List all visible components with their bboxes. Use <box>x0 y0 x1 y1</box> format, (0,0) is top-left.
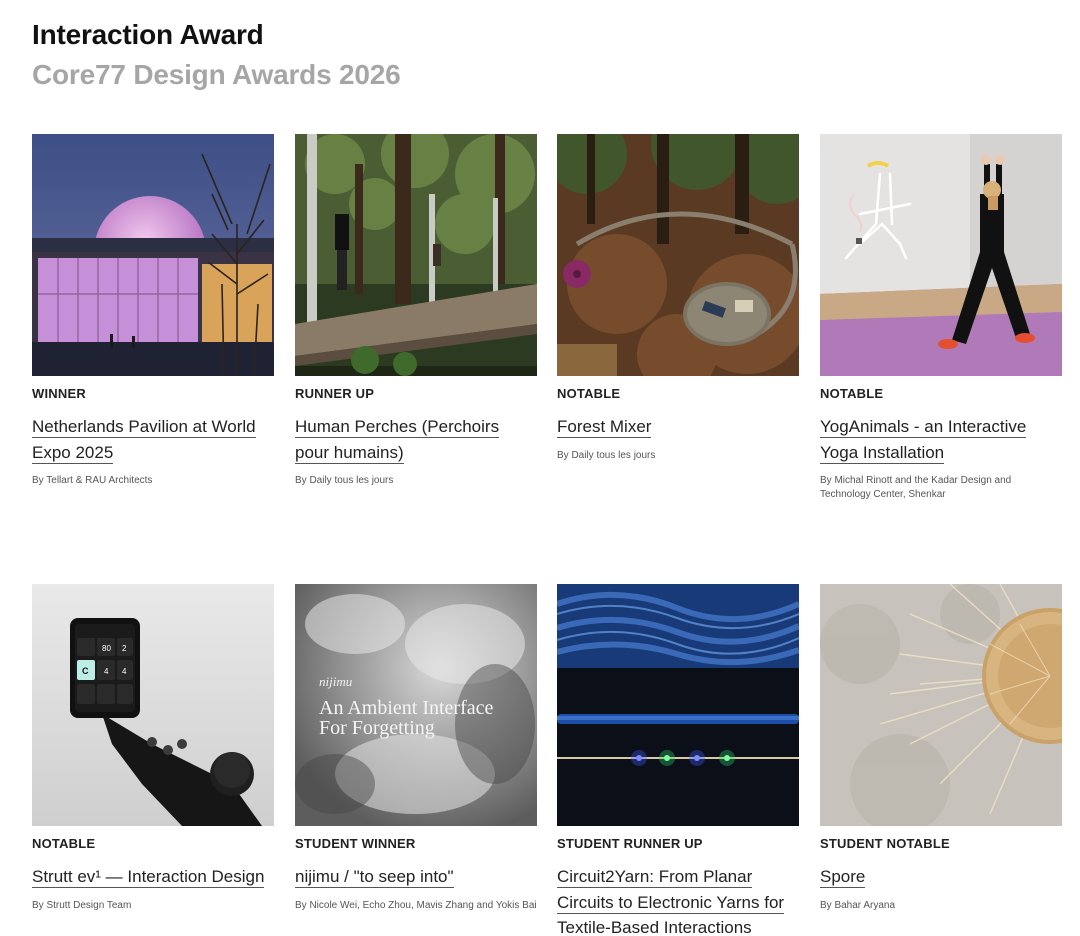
award-badge: STUDENT WINNER <box>295 836 416 851</box>
project-credit: By Michal Rinott and the Kadar Design an… <box>820 475 1012 500</box>
project-title[interactable]: nijimu / "to seep into" <box>295 864 537 890</box>
award-badge: RUNNER UP <box>295 386 375 401</box>
project-card-forest-mixer[interactable]: NOTABLE Forest Mixer By Daily tous les j… <box>557 134 799 463</box>
project-credit: By Daily tous les jours <box>557 449 656 461</box>
project-image-forest-mixer[interactable] <box>557 134 799 376</box>
award-badge: NOTABLE <box>32 836 96 851</box>
page-subtitle: Core77 Design Awards 2026 <box>32 59 401 90</box>
pavilion-photo <box>32 134 274 376</box>
device-readout-3: 4 <box>104 667 109 676</box>
project-credit: By Nicole Wei, Echo Zhou, Mavis Zhang an… <box>295 899 537 911</box>
project-title-link[interactable]: nijimu / "to seep into" <box>295 867 454 888</box>
award-badge: NOTABLE <box>820 386 884 401</box>
project-title[interactable]: Human Perches (Perchoirs pour humains) <box>295 414 537 465</box>
nijimu-poster: nijimu An Ambient Interface For Forgetti… <box>295 584 537 826</box>
project-card-netherlands-pavilion[interactable]: WINNER Netherlands Pavilion at World Exp… <box>32 134 274 488</box>
project-title-link[interactable]: Forest Mixer <box>557 417 652 438</box>
device-readout-4: 4 <box>122 667 127 676</box>
project-credit: By Bahar Aryana <box>820 899 896 911</box>
spore-photo <box>820 584 1062 826</box>
project-title-link[interactable]: Human Perches (Perchoirs pour humains) <box>295 417 500 464</box>
project-image-netherlands-pavilion[interactable] <box>32 134 274 376</box>
project-card-spore[interactable]: STUDENT NOTABLE Spore By Bahar Aryana <box>820 584 1062 913</box>
page-title: Interaction Award <box>32 19 264 50</box>
award-badge: WINNER <box>32 386 86 401</box>
project-card-circuit2yarn[interactable]: STUDENT RUNNER UP Circuit2Yarn: From Pla… <box>557 584 799 936</box>
project-title-link[interactable]: Spore <box>820 867 866 888</box>
page-header: Interaction Award Core77 Design Awards 2… <box>32 18 401 92</box>
project-title[interactable]: Spore <box>820 864 1062 890</box>
project-credit: By Tellart & RAU Architects <box>32 475 153 486</box>
device-readout-1: 80 <box>102 644 111 653</box>
project-image-human-perches[interactable] <box>295 134 537 376</box>
project-title[interactable]: YogAnimals - an Interactive Yoga Install… <box>820 414 1062 465</box>
nijimu-label: nijimu <box>319 674 353 689</box>
project-image-nijimu[interactable]: nijimu An Ambient Interface For Forgetti… <box>295 584 537 826</box>
nijimu-line2: For Forgetting <box>319 717 435 739</box>
nijimu-line1: An Ambient Interface <box>319 697 493 719</box>
project-credit: By Strutt Design Team <box>32 899 132 911</box>
project-title-link[interactable]: Netherlands Pavilion at World Expo 2025 <box>32 417 256 464</box>
circuit2yarn-photo <box>557 584 799 826</box>
project-card-yoganimals[interactable]: NOTABLE YogAnimals - an Interactive Yoga… <box>820 134 1062 502</box>
strutt-device-photo: 80 2 C 4 4 <box>32 584 274 826</box>
project-card-strutt[interactable]: 80 2 C 4 4 NOTABLE Strutt ev¹ — Interact… <box>32 584 274 913</box>
project-image-yoganimals[interactable] <box>820 134 1062 376</box>
project-title[interactable]: Circuit2Yarn: From Planar Circuits to El… <box>557 864 799 936</box>
yoganimals-photo <box>820 134 1062 376</box>
project-image-spore[interactable] <box>820 584 1062 826</box>
award-badge: STUDENT RUNNER UP <box>557 836 703 851</box>
project-title[interactable]: Strutt ev¹ — Interaction Design <box>32 864 274 890</box>
project-image-strutt[interactable]: 80 2 C 4 4 <box>32 584 274 826</box>
award-badge: STUDENT NOTABLE <box>820 836 950 851</box>
project-title[interactable]: Forest Mixer <box>557 414 799 440</box>
device-mode: C <box>82 666 89 676</box>
project-credit: By Daily tous les jours <box>295 475 394 486</box>
project-title[interactable]: Netherlands Pavilion at World Expo 2025 <box>32 414 274 465</box>
human-perches-photo <box>295 134 537 376</box>
project-grid: WINNER Netherlands Pavilion at World Exp… <box>32 134 1062 936</box>
device-readout-2: 2 <box>122 644 127 653</box>
forest-mixer-photo <box>557 134 799 376</box>
project-title-link[interactable]: YogAnimals - an Interactive Yoga Install… <box>820 417 1027 464</box>
project-card-nijimu[interactable]: nijimu An Ambient Interface For Forgetti… <box>295 584 537 913</box>
project-title-link[interactable]: Circuit2Yarn: From Planar Circuits to El… <box>557 867 785 936</box>
award-badge: NOTABLE <box>557 386 621 401</box>
project-image-circuit2yarn[interactable] <box>557 584 799 826</box>
project-title-link[interactable]: Strutt ev¹ — Interaction Design <box>32 867 265 888</box>
project-card-human-perches[interactable]: RUNNER UP Human Perches (Perchoirs pour … <box>295 134 537 488</box>
